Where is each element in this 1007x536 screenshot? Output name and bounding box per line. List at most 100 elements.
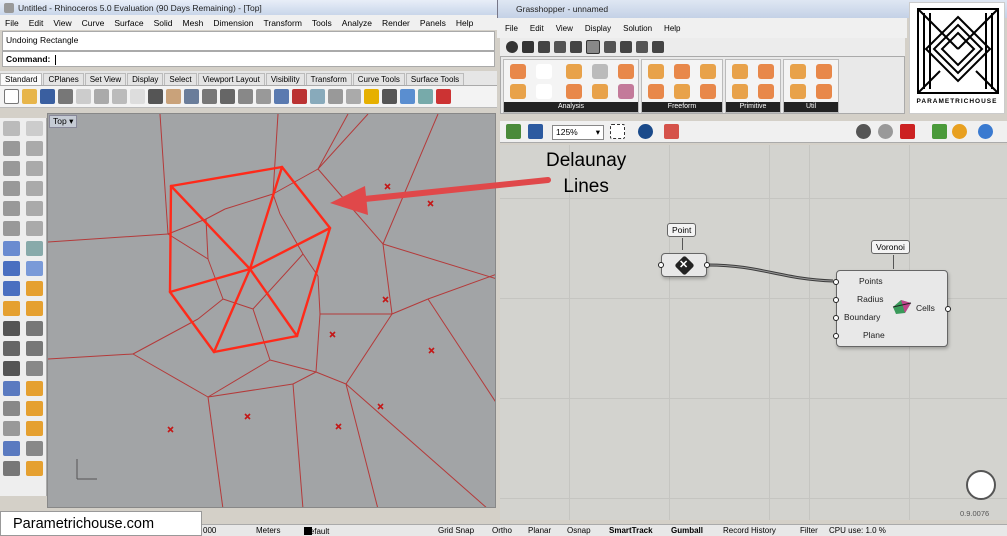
menu-transform[interactable]: Transform (258, 18, 306, 28)
polygon-icon[interactable] (3, 201, 20, 216)
transform-icon[interactable] (26, 301, 43, 316)
display-sphere-icon[interactable] (978, 124, 993, 139)
analyze-icon[interactable] (418, 89, 433, 104)
join-icon[interactable] (3, 321, 20, 336)
grid-icon[interactable] (26, 381, 43, 396)
render-icon[interactable] (3, 441, 20, 456)
tab-curve-tools[interactable]: Curve Tools (352, 73, 405, 85)
document-preview-icon[interactable] (952, 124, 967, 139)
scale-icon[interactable] (3, 421, 20, 436)
grasshopper-canvas[interactable]: Point ✕ Voronoi Points Radius Boundary P… (500, 145, 1007, 520)
ellipse-icon[interactable] (3, 181, 20, 196)
point-input-port[interactable] (658, 262, 664, 268)
evaluate-icon[interactable] (592, 64, 608, 79)
wireframe-icon[interactable] (878, 124, 893, 139)
menu-help[interactable]: Help (451, 18, 478, 28)
cone-icon[interactable] (758, 84, 774, 99)
status-smarttrack[interactable]: SmartTrack (609, 526, 653, 535)
mirror-icon[interactable] (26, 401, 43, 416)
menu-edit[interactable]: Edit (24, 18, 49, 28)
offset-icon[interactable] (3, 221, 20, 236)
curve-icon[interactable] (26, 141, 43, 156)
zoom-window-icon[interactable] (220, 89, 235, 104)
point-icon[interactable] (26, 121, 43, 136)
menu-render[interactable]: Render (377, 18, 415, 28)
mesh-tab-icon[interactable] (604, 41, 616, 53)
circle-icon[interactable] (3, 161, 20, 176)
dimensions-icon[interactable] (566, 84, 582, 99)
sweep-icon[interactable] (674, 64, 690, 79)
status-grid-snap[interactable]: Grid Snap (438, 526, 474, 535)
polyline-icon[interactable] (3, 141, 20, 156)
status-osnap[interactable]: Osnap (567, 526, 591, 535)
paste-icon[interactable] (130, 89, 145, 104)
menu-curve[interactable]: Curve (77, 18, 110, 28)
extrude-gh-icon[interactable] (700, 64, 716, 79)
menu-dimension[interactable]: Dimension (208, 18, 258, 28)
properties-icon[interactable] (346, 89, 361, 104)
input-port-radius[interactable] (833, 297, 839, 303)
offset-surface-icon[interactable] (790, 64, 806, 79)
pipe-icon[interactable] (700, 84, 716, 99)
input-port-points[interactable] (833, 279, 839, 285)
deconstruct-icon[interactable] (510, 84, 526, 99)
zoom-icon[interactable] (202, 89, 217, 104)
point-output-port[interactable] (704, 262, 710, 268)
status-record-history[interactable]: Record History (723, 526, 776, 535)
mesh-icon[interactable] (26, 261, 43, 276)
layout-icon[interactable] (3, 381, 20, 396)
box-analysis-icon[interactable] (510, 64, 526, 79)
transform-tab-icon[interactable] (636, 41, 648, 53)
menu-solid[interactable]: Solid (149, 18, 178, 28)
analysis-icon[interactable] (3, 461, 20, 476)
viewport-layout-icon[interactable] (274, 89, 289, 104)
rectangle-icon[interactable] (26, 181, 43, 196)
menu-view[interactable]: View (48, 18, 76, 28)
output-port-cells[interactable] (945, 306, 951, 312)
status-filter[interactable]: Filter (800, 526, 818, 535)
open-file-icon[interactable] (506, 124, 521, 139)
navigation-compass-icon[interactable] (966, 470, 996, 500)
gh-menu-help[interactable]: Help (664, 24, 680, 33)
menu-file[interactable]: File (0, 18, 24, 28)
paint-brush-icon[interactable] (664, 124, 679, 139)
box-icon[interactable] (3, 261, 20, 276)
loft-icon[interactable] (648, 64, 664, 79)
save-icon[interactable] (40, 89, 55, 104)
undo-icon[interactable] (148, 89, 163, 104)
command-prompt[interactable]: Command: (2, 51, 495, 67)
surface-tab-icon[interactable] (586, 40, 600, 54)
network-icon[interactable] (674, 84, 690, 99)
save-file-icon[interactable] (528, 124, 543, 139)
zoom-extents-gh-icon[interactable] (610, 124, 625, 139)
zoom-dropdown[interactable]: 125% ▾ (552, 125, 604, 140)
status-ortho[interactable]: Ortho (492, 526, 512, 535)
cut-icon[interactable] (94, 89, 109, 104)
curve-tab-icon[interactable] (570, 41, 582, 53)
dimension-icon[interactable] (3, 361, 20, 376)
input-port-plane[interactable] (833, 333, 839, 339)
preview-mode-icon[interactable] (856, 124, 871, 139)
tab-transform[interactable]: Transform (305, 73, 352, 85)
freeform-icon[interactable] (26, 201, 43, 216)
retrim-icon[interactable] (816, 84, 832, 99)
select-arrow-icon[interactable] (3, 121, 20, 136)
intersect-tab-icon[interactable] (620, 41, 632, 53)
zoom-extents-icon[interactable] (238, 89, 253, 104)
pan-hand-icon[interactable] (166, 89, 181, 104)
area-icon[interactable] (536, 64, 552, 79)
solid-icon[interactable] (3, 281, 20, 296)
gh-menu-edit[interactable]: Edit (530, 24, 544, 33)
sets-tab-icon[interactable] (538, 41, 550, 53)
curvature-icon[interactable] (566, 64, 582, 79)
tab-display[interactable]: Display (127, 73, 164, 85)
extrude-icon[interactable] (26, 241, 43, 256)
patch-icon[interactable] (648, 84, 664, 99)
status-gumball[interactable]: Gumball (671, 526, 703, 535)
menu-mesh[interactable]: Mesh (178, 18, 209, 28)
tab-surface-tools[interactable]: Surface Tools (405, 73, 465, 85)
print-icon[interactable] (58, 89, 73, 104)
maths-tab-icon[interactable] (522, 41, 534, 53)
options-icon[interactable] (26, 461, 43, 476)
move-icon[interactable] (3, 301, 20, 316)
